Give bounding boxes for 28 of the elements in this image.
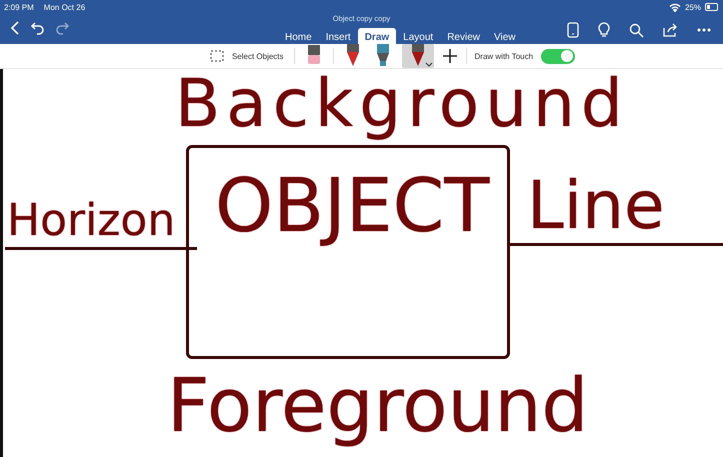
eraser-icon	[306, 44, 322, 66]
ribbon-tab[interactable]: Draw	[358, 28, 396, 46]
ribbon-tab[interactable]: Insert	[318, 28, 358, 46]
selection-icon	[210, 50, 224, 62]
drawing-tool-button[interactable]	[402, 44, 434, 68]
wifi-icon	[668, 2, 681, 12]
draw-with-touch-toggle[interactable]	[541, 48, 576, 64]
more-icon[interactable]	[697, 28, 711, 32]
search-icon[interactable]	[629, 22, 644, 38]
status-date: Mon Oct 26	[44, 2, 86, 12]
ribbon-tab[interactable]: Review	[440, 28, 487, 46]
phone-icon[interactable]	[567, 22, 579, 38]
lightbulb-icon[interactable]	[597, 22, 611, 38]
share-icon[interactable]	[662, 22, 679, 38]
battery-percent: 25%	[684, 2, 701, 12]
handwritten-word: Line	[527, 173, 665, 239]
handwritten-word: Horizon	[7, 199, 176, 243]
draw-with-touch-label: Draw with Touch	[474, 52, 534, 60]
status-time: 2:09 PM	[4, 2, 34, 12]
ribbon-tab[interactable]: Layout	[396, 28, 440, 46]
ribbon-tab[interactable]: Home	[278, 28, 319, 46]
undo-icon[interactable]	[30, 20, 46, 36]
ribbon-tab[interactable]: View	[486, 28, 522, 46]
chevron-icon	[424, 62, 433, 67]
redo-icon[interactable]	[54, 20, 70, 36]
add-icon[interactable]	[442, 48, 458, 64]
select-objects-button[interactable]: Select Objects	[208, 48, 286, 64]
battery-icon	[705, 3, 719, 11]
